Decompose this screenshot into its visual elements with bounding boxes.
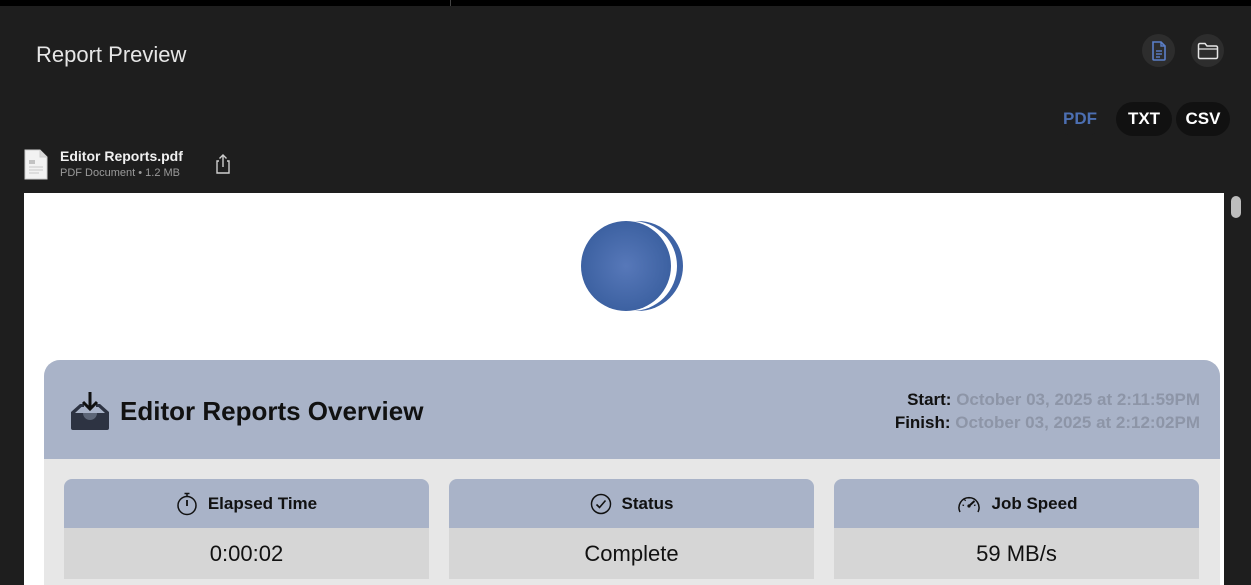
stat-header: Status bbox=[449, 479, 814, 528]
stat-label: Job Speed bbox=[991, 493, 1078, 513]
stat-label: Status bbox=[621, 493, 674, 513]
stat-label: Elapsed Time bbox=[207, 493, 318, 513]
finish-value: October 03, 2025 at 2:12:02PM bbox=[955, 413, 1200, 432]
stopwatch-icon bbox=[177, 492, 197, 515]
top-strip-divider bbox=[450, 0, 451, 6]
format-csv-button[interactable]: CSV bbox=[1176, 102, 1230, 136]
overview-card: Editor Reports Overview Start: October 0… bbox=[44, 360, 1220, 585]
top-strip bbox=[0, 0, 1251, 6]
start-label: Start: bbox=[907, 390, 952, 409]
document-icon bbox=[1151, 40, 1166, 61]
download-tray-icon bbox=[71, 392, 109, 430]
stat-status: Status Complete bbox=[449, 479, 814, 579]
stat-header: Job Speed bbox=[834, 479, 1199, 528]
stat-value: Complete bbox=[449, 528, 814, 579]
job-times: Start: October 03, 2025 at 2:11:59PM Fin… bbox=[895, 388, 1200, 434]
start-value: October 03, 2025 at 2:11:59PM bbox=[956, 390, 1200, 409]
file-meta: PDF Document • 1.2 MB bbox=[60, 167, 181, 179]
share-icon bbox=[216, 154, 230, 174]
overview-header: Editor Reports Overview Start: October 0… bbox=[44, 360, 1220, 459]
checkmark-circle-icon bbox=[590, 493, 611, 514]
open-folder-button[interactable] bbox=[1191, 34, 1224, 67]
stat-job-speed: Job Speed 59 MB/s bbox=[834, 479, 1199, 579]
finish-time-row: Finish: October 03, 2025 at 2:12:02PM bbox=[895, 411, 1200, 434]
window-title: Report Preview bbox=[36, 42, 187, 67]
vertical-scrollbar[interactable] bbox=[1226, 193, 1251, 585]
format-pdf-button[interactable]: PDF bbox=[1057, 102, 1103, 136]
start-time-row: Start: October 03, 2025 at 2:11:59PM bbox=[895, 388, 1200, 411]
folder-icon bbox=[1197, 42, 1218, 59]
pdf-file-icon bbox=[24, 149, 48, 180]
document-view-button[interactable] bbox=[1142, 34, 1175, 67]
stat-header: Elapsed Time bbox=[64, 479, 429, 528]
speedometer-icon bbox=[957, 496, 980, 512]
app-logo bbox=[581, 221, 683, 311]
pdf-preview-page[interactable]: Editor Reports Overview Start: October 0… bbox=[24, 193, 1224, 585]
format-txt-button[interactable]: TXT bbox=[1116, 102, 1172, 136]
stat-value: 59 MB/s bbox=[834, 528, 1199, 579]
file-name: Editor Reports.pdf bbox=[60, 148, 183, 164]
overview-title: Editor Reports Overview bbox=[120, 396, 424, 426]
finish-label: Finish: bbox=[894, 413, 951, 432]
share-button[interactable] bbox=[214, 153, 232, 180]
report-preview-window: Report Preview PDF TXT CSV Editor Report… bbox=[0, 0, 1251, 585]
stat-elapsed-time: Elapsed Time 0:00:02 bbox=[64, 479, 429, 579]
scrollbar-thumb[interactable] bbox=[1231, 196, 1241, 218]
stat-value: 0:00:02 bbox=[64, 528, 429, 579]
